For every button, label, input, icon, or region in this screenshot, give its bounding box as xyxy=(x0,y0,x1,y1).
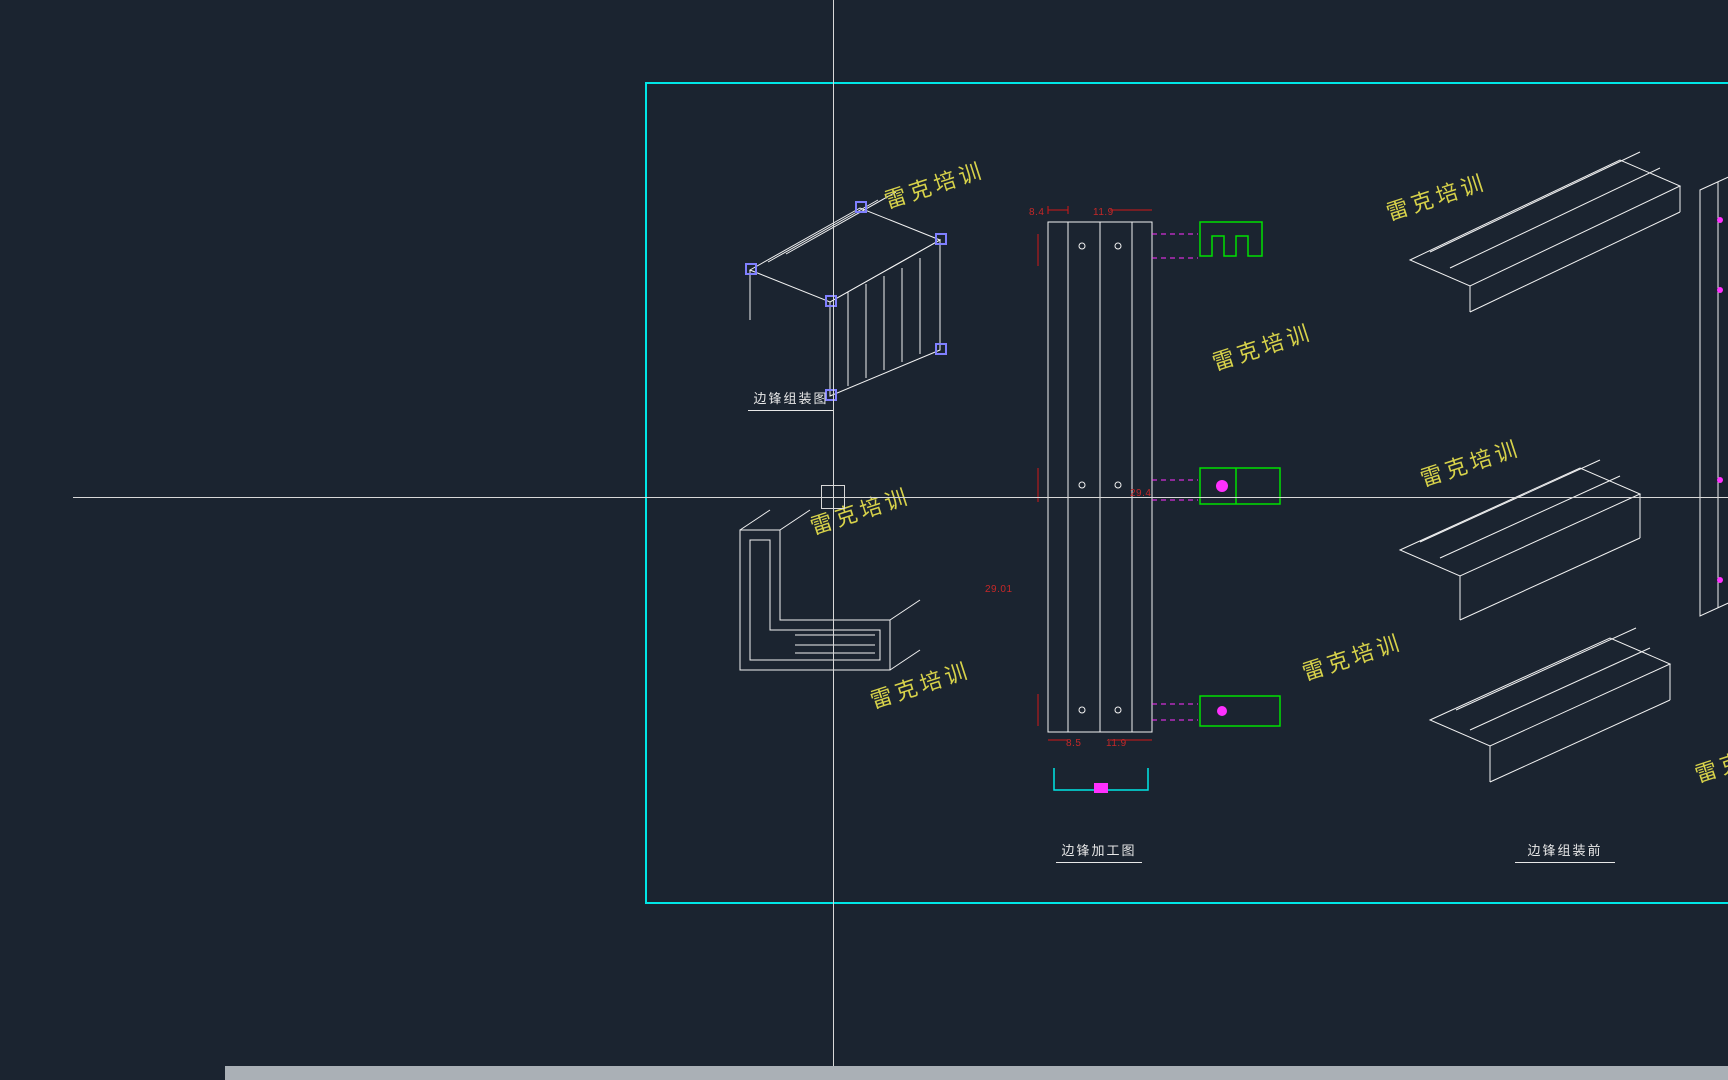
caption-text: 边锋组装图 xyxy=(753,391,828,406)
caption-machining: 边锋加工图 xyxy=(1056,840,1142,863)
taskbar-strip xyxy=(225,1066,1728,1080)
l-section-drawing xyxy=(720,520,920,690)
caption-assembly: 边锋组装图 xyxy=(748,388,834,411)
dimension-label: 8.5 xyxy=(1066,738,1081,749)
machining-drawing xyxy=(1010,210,1310,820)
crosshair-horizontal xyxy=(73,497,1728,498)
dimension-label: 11.9 xyxy=(1093,207,1114,218)
caption-text: 边锋组装前 xyxy=(1527,843,1602,858)
dimension-label: 11.9 xyxy=(1106,738,1127,749)
exploded-iso-drawing xyxy=(1370,180,1728,820)
crosshair-vertical xyxy=(833,0,834,1080)
cursor-pickbox xyxy=(821,485,845,509)
iso-assembly-drawing xyxy=(720,200,980,420)
caption-pre-assembly: 边锋组装前 xyxy=(1515,840,1615,863)
dimension-label: 8.4 xyxy=(1029,207,1044,218)
cad-viewport[interactable]: 雷克培训 雷克培训 雷克培训 雷克培训 雷克培训 雷克培训 雷克培训 雷克 边锋… xyxy=(0,0,1728,1080)
dimension-label: 29.01 xyxy=(985,584,1013,595)
caption-text: 边锋加工图 xyxy=(1061,843,1136,858)
